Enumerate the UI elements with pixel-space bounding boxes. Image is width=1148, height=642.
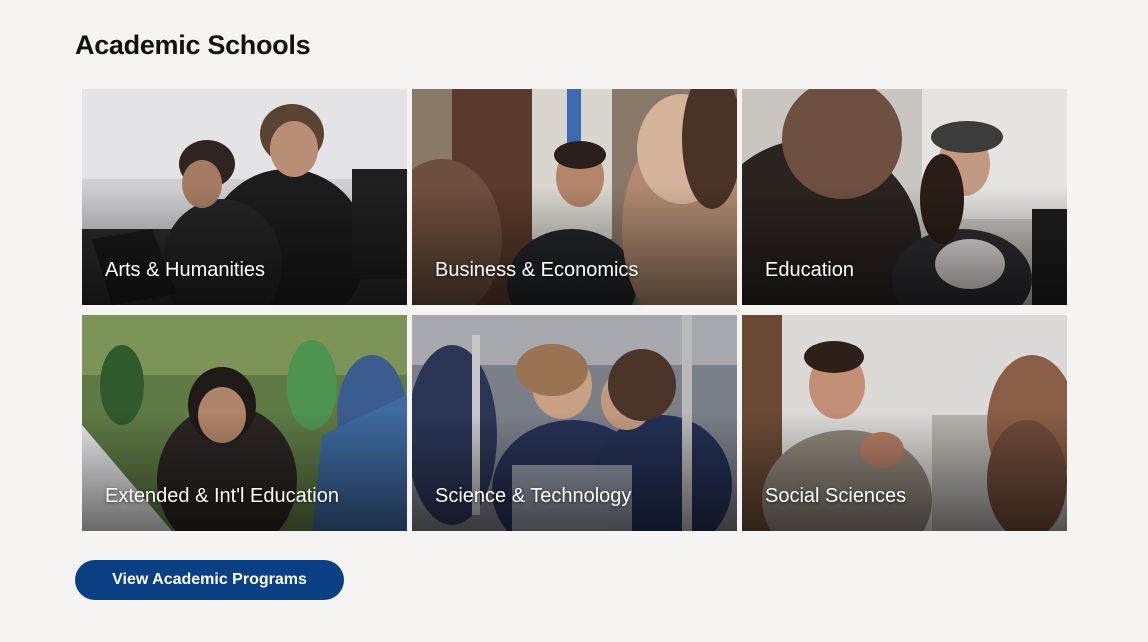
tile-gradient [412,412,737,531]
school-label: Science & Technology [435,485,632,507]
school-label: Arts & Humanities [105,259,266,281]
school-label: Extended & Int'l Education [105,485,339,507]
view-academic-programs-button[interactable]: View Academic Programs [75,560,344,600]
school-tile-education[interactable]: Education [742,89,1067,305]
tile-gradient [82,186,407,305]
school-label: Education [765,259,854,281]
school-tile-arts-humanities[interactable]: Arts & Humanities [82,89,407,305]
school-tile-business-economics[interactable]: Business & Economics [412,89,737,305]
tile-gradient [742,186,1067,305]
school-tile-extended-intl-education[interactable]: Extended & Int'l Education [82,315,407,531]
school-tile-science-technology[interactable]: Science & Technology [412,315,737,531]
tile-gradient [412,186,737,305]
academic-schools-section: Academic Schools Arts & Humanities Busin… [0,0,1148,642]
school-tile-social-sciences[interactable]: Social Sciences [742,315,1067,531]
schools-grid: Arts & Humanities Business & Economics E… [82,89,1067,531]
school-label: Social Sciences [765,485,907,507]
section-title: Academic Schools [75,30,311,60]
tile-gradient [742,412,1067,531]
school-label: Business & Economics [435,259,639,281]
tile-gradient [82,412,407,531]
